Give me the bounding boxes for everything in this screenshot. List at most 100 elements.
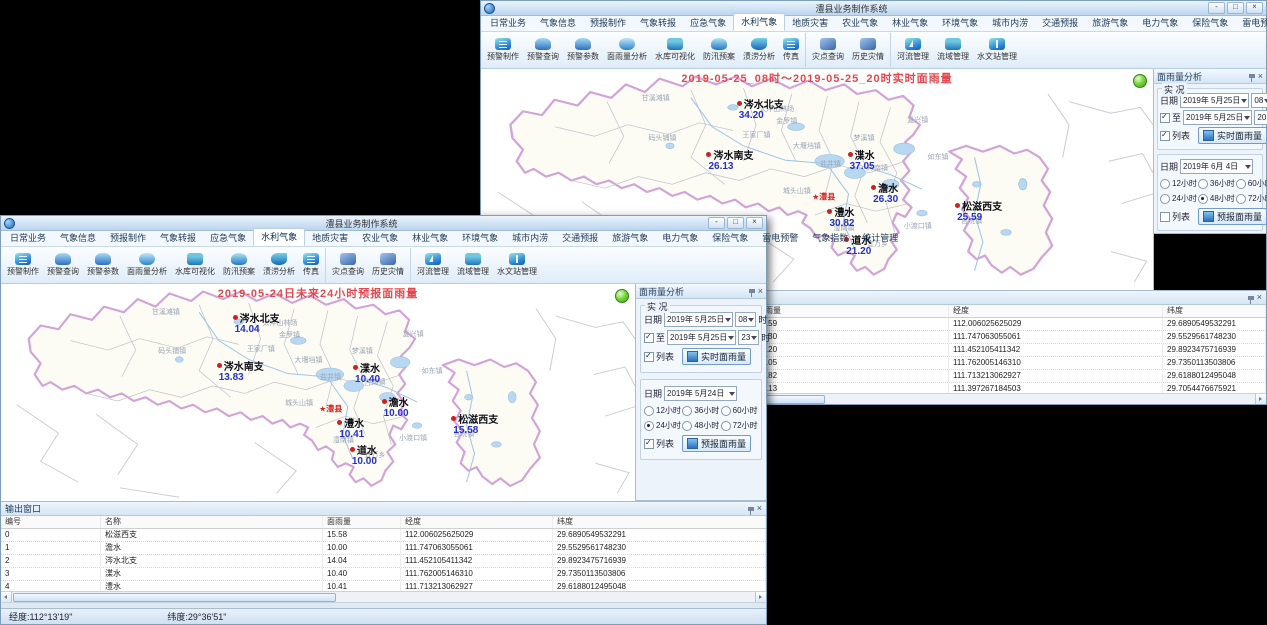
toolbar-button[interactable]: 水文站管理 — [493, 248, 541, 282]
toolbar-button[interactable]: 预警制作 — [483, 33, 523, 67]
toolbar-button[interactable]: 历史灾情 — [368, 248, 408, 282]
toolbar-button[interactable]: 灾点查询 — [808, 33, 848, 67]
list-checkbox[interactable] — [1160, 131, 1170, 141]
live-rainfall-button[interactable]: 实时面雨量 — [1198, 127, 1267, 144]
toolbar-button[interactable]: 预警查询 — [523, 33, 563, 67]
menu-tab[interactable]: 预报制作 — [583, 15, 633, 31]
start-hour-select[interactable]: 08 — [1251, 93, 1267, 108]
menu-tab[interactable]: 地质灾害 — [305, 230, 355, 246]
menu-tab[interactable]: 气象转报 — [633, 15, 683, 31]
list-checkbox[interactable] — [1160, 212, 1170, 222]
panel-close-icon[interactable]: × — [1258, 72, 1263, 81]
menu-tab[interactable]: 气象指数 — [805, 230, 855, 246]
forecast-hours-radio[interactable]: 60小时 — [721, 405, 758, 416]
menu-tab[interactable]: 林业气象 — [405, 230, 455, 246]
menu-tab[interactable]: 水利气象 — [253, 228, 305, 246]
toolbar-button[interactable]: 预警查询 — [43, 248, 83, 282]
start-hour-select[interactable]: 08 — [735, 312, 756, 327]
menu-tab[interactable]: 旅游气象 — [605, 230, 655, 246]
dock-close-icon[interactable]: × — [757, 504, 762, 513]
toolbar-button[interactable]: 预警参数 — [563, 33, 603, 67]
menu-tab[interactable]: 电力气象 — [1135, 15, 1185, 31]
forecast-hours-radio[interactable]: 24小时 — [644, 420, 681, 431]
toolbar-button[interactable]: 面雨量分析 — [603, 33, 651, 67]
menu-tab[interactable]: 气象转报 — [153, 230, 203, 246]
toolbar-button[interactable]: 渍涝分析 — [739, 33, 779, 67]
close-button[interactable]: × — [746, 217, 763, 229]
toolbar-button[interactable]: 水库可视化 — [171, 248, 219, 282]
menu-tab[interactable]: 城市内涝 — [985, 15, 1035, 31]
minimize-button[interactable]: - — [708, 217, 725, 229]
start-date-select[interactable]: 2019年 5月25日 — [664, 312, 733, 327]
to-checkbox[interactable] — [644, 333, 654, 343]
toolbar-button[interactable]: 预警参数 — [83, 248, 123, 282]
toolbar-button[interactable]: 传真 — [779, 33, 803, 67]
scrollbar-thumb[interactable] — [13, 593, 336, 602]
toolbar-button[interactable]: 水文站管理 — [973, 33, 1021, 67]
pin-icon[interactable] — [749, 289, 755, 293]
scroll-right-arrow[interactable] — [1255, 394, 1266, 404]
toolbar-button[interactable]: 河流管理 — [893, 33, 933, 67]
table-row[interactable]: 1澹水10.00111.74706305506129.5529561748230 — [1, 542, 766, 555]
title-bar[interactable]: 澧县业务制作系统 - □ × — [1, 216, 766, 231]
menu-tab[interactable]: 应急气象 — [683, 15, 733, 31]
menu-tab[interactable]: 气象信息 — [53, 230, 103, 246]
menu-tab[interactable]: 水利气象 — [733, 13, 785, 31]
start-date-select[interactable]: 2019年 5月25日 — [1180, 93, 1249, 108]
menu-tab[interactable]: 气象信息 — [533, 15, 583, 31]
end-date-select[interactable]: 2019年 5月25日 — [1183, 110, 1252, 125]
forecast-hours-radio[interactable]: 36小时 — [682, 405, 719, 416]
menu-tab[interactable]: 预报制作 — [103, 230, 153, 246]
menu-tab[interactable]: 地质灾害 — [785, 15, 835, 31]
table-row[interactable]: 2涔水北支14.04111.45210541134229.89234757169… — [1, 555, 766, 568]
panel-close-icon[interactable]: × — [758, 287, 763, 296]
forecast-date-select[interactable]: 2019年 6月 4日 — [1180, 159, 1253, 174]
maximize-button[interactable]: □ — [1227, 2, 1244, 14]
pin-icon[interactable] — [748, 507, 754, 511]
end-hour-select[interactable]: 20 — [1254, 110, 1267, 125]
menu-tab[interactable]: 日常业务 — [483, 15, 533, 31]
menu-tab[interactable]: 农业气象 — [355, 230, 405, 246]
forecast-hours-radio[interactable]: 12小时 — [644, 405, 681, 416]
toolbar-button[interactable]: 预警制作 — [3, 248, 43, 282]
forecast-hours-radio[interactable]: 48小时 — [1198, 193, 1235, 204]
menu-tab[interactable]: 雷电预警 — [755, 230, 805, 246]
live-rainfall-button[interactable]: 实时面雨量 — [682, 348, 751, 365]
toolbar-button[interactable]: 历史灾情 — [848, 33, 888, 67]
menu-tab[interactable]: 电力气象 — [655, 230, 705, 246]
forecast-date-select[interactable]: 2019年 5月24日 — [664, 386, 737, 401]
table-row[interactable]: 0松滋西支15.58112.00602562502929.68905495322… — [1, 529, 766, 542]
toolbar-button[interactable]: 流域管理 — [933, 33, 973, 67]
dock-close-icon[interactable]: × — [1257, 293, 1262, 302]
toolbar-button[interactable]: 渍涝分析 — [259, 248, 299, 282]
to-checkbox[interactable] — [1160, 113, 1170, 123]
list-checkbox[interactable] — [644, 352, 654, 362]
toolbar-button[interactable]: 河流管理 — [413, 248, 453, 282]
maximize-button[interactable]: □ — [727, 217, 744, 229]
list-checkbox[interactable] — [644, 439, 654, 449]
refresh-map-button[interactable] — [615, 289, 629, 303]
toolbar-button[interactable]: 防汛预案 — [699, 33, 739, 67]
menu-tab[interactable]: 应急气象 — [203, 230, 253, 246]
forecast-hours-radio[interactable]: 12小时 — [1160, 178, 1197, 189]
forecast-hours-radio[interactable]: 72小时 — [1236, 193, 1267, 204]
forecast-hours-radio[interactable]: 36小时 — [1198, 178, 1235, 189]
table-row[interactable]: 4澧水10.41111.71321306292729.6188012495048 — [1, 581, 766, 591]
forecast-rainfall-button[interactable]: 预报面雨量 — [1198, 208, 1267, 225]
forecast-hours-radio[interactable]: 48小时 — [682, 420, 719, 431]
map-canvas[interactable]: 2019-05-24日未来24小时预报面雨量 甘溪滩镇太浮山林场金罗镇码头铺镇王… — [1, 284, 635, 501]
end-hour-select[interactable]: 23 — [738, 330, 759, 345]
toolbar-button[interactable]: 流域管理 — [453, 248, 493, 282]
toolbar-button[interactable]: 灾点查询 — [328, 248, 368, 282]
end-date-select[interactable]: 2019年 5月25日 — [667, 330, 736, 345]
forecast-hours-radio[interactable]: 60小时 — [1236, 178, 1267, 189]
toolbar-button[interactable]: 面雨量分析 — [123, 248, 171, 282]
toolbar-button[interactable]: 防汛预案 — [219, 248, 259, 282]
menu-tab[interactable]: 统计管理 — [855, 230, 905, 246]
pin-icon[interactable] — [1249, 74, 1255, 78]
menu-tab[interactable]: 农业气象 — [835, 15, 885, 31]
forecast-hours-radio[interactable]: 24小时 — [1160, 193, 1197, 204]
menu-tab[interactable]: 城市内涝 — [505, 230, 555, 246]
menu-tab[interactable]: 环境气象 — [935, 15, 985, 31]
menu-tab[interactable]: 交通预报 — [1035, 15, 1085, 31]
